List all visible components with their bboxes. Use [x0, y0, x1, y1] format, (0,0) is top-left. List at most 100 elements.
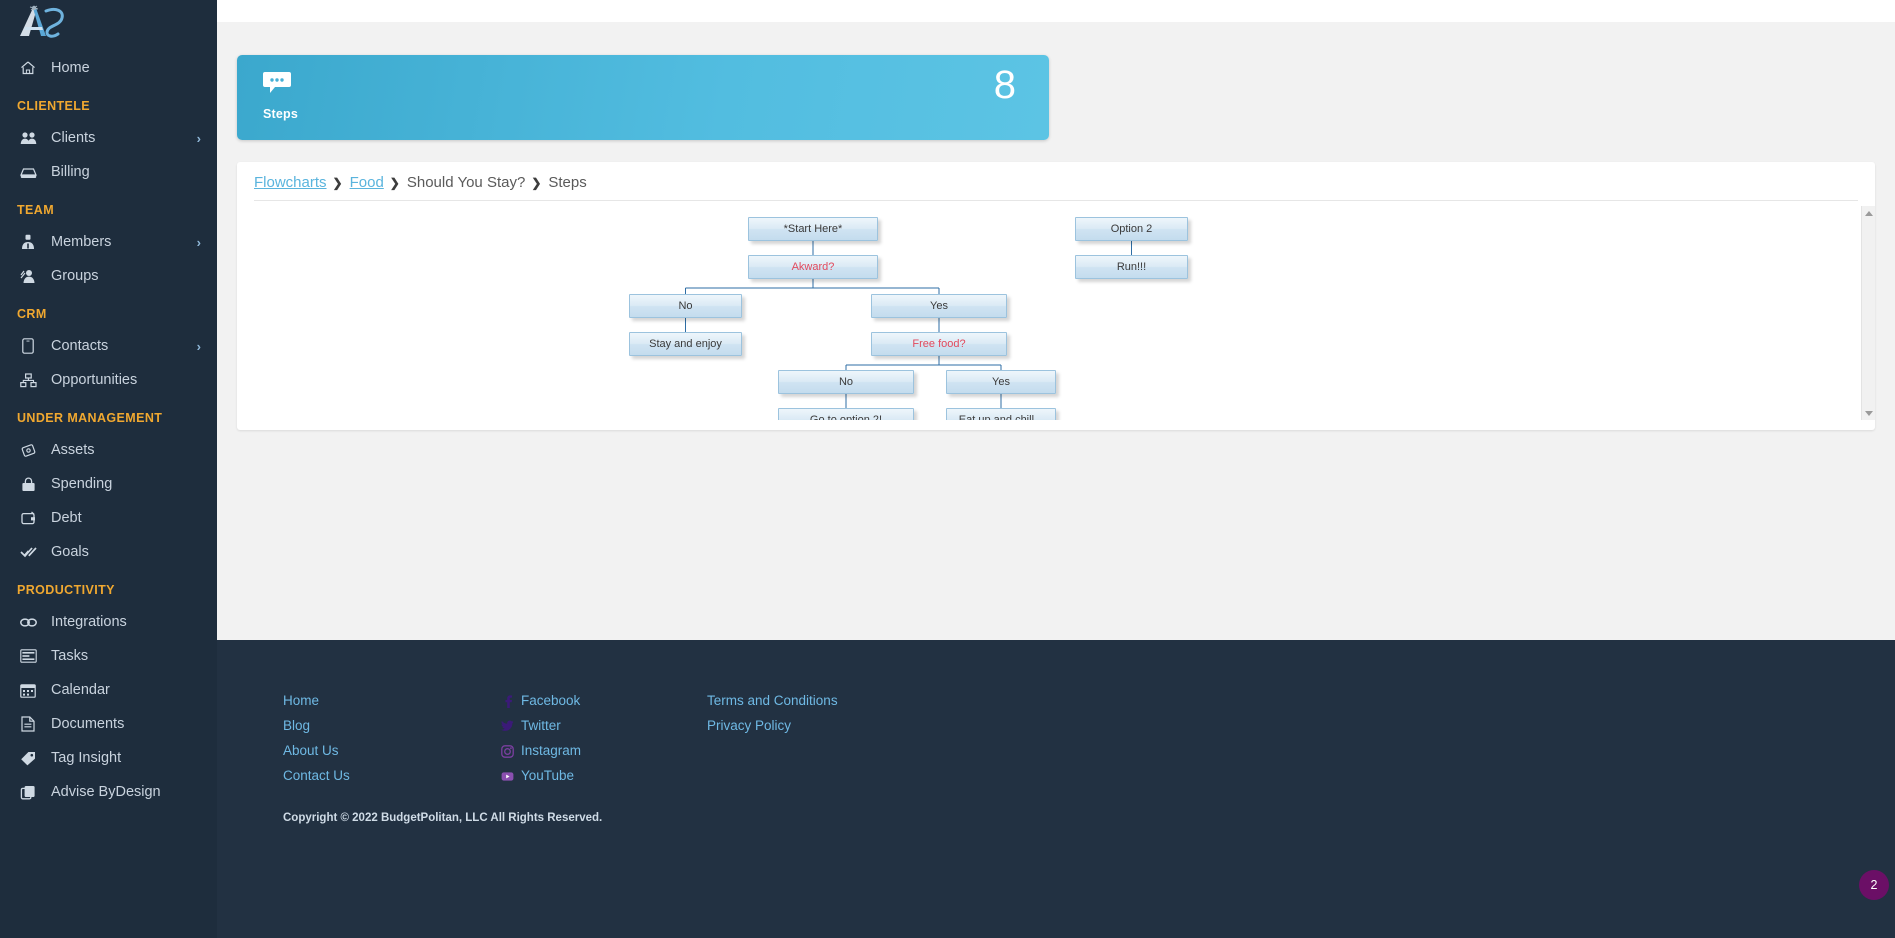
- sidebar-item-debt[interactable]: Debt: [0, 501, 217, 535]
- footer-link-label: Instagram: [521, 743, 582, 758]
- footer-column-legal-links: Terms and Conditions Privacy Policy: [707, 693, 838, 743]
- sidebar-item-clients[interactable]: Clients ›: [0, 121, 217, 155]
- sidebar-item-label: Tag Insight: [51, 750, 122, 766]
- sidebar-item-label: Opportunities: [51, 372, 138, 388]
- steps-summary-card[interactable]: Steps 8: [237, 55, 1049, 140]
- app-logo[interactable]: [0, 0, 217, 44]
- footer-link-about-us[interactable]: About Us: [283, 743, 350, 759]
- sidebar-item-tasks[interactable]: Tasks: [0, 639, 217, 673]
- sidebar-section-crm: CRM: [17, 307, 47, 321]
- copyright-text: Copyright © 2022 BudgetPolitan, LLC All …: [283, 812, 603, 824]
- sidebar-item-label: Documents: [51, 716, 125, 732]
- footer-link-label: About Us: [283, 743, 339, 758]
- footer-link-label: Home: [283, 693, 320, 708]
- tasks-icon: [17, 646, 39, 666]
- sidebar-item-assets[interactable]: Assets: [0, 433, 217, 467]
- clients-icon: [17, 128, 39, 148]
- flowchart-node-run[interactable]: Run!!!: [1075, 255, 1188, 279]
- chevron-right-icon[interactable]: ›: [197, 339, 207, 354]
- goals-icon: [17, 542, 39, 562]
- breadcrumb-item-flowcharts[interactable]: Flowcharts: [254, 174, 327, 191]
- flowchart-node-yes1[interactable]: Yes: [871, 294, 1007, 318]
- billing-icon: [17, 162, 39, 182]
- page-footer: Home Blog About Us Contact Us Facebook Twitte…: [0, 640, 1895, 938]
- chevron-right-icon[interactable]: ›: [197, 131, 207, 146]
- sidebar-item-tag-insight[interactable]: Tag Insight: [0, 741, 217, 775]
- calendar-icon: [17, 680, 39, 700]
- sidebar-item-label: Tasks: [51, 648, 89, 664]
- sidebar-item-groups[interactable]: Groups: [0, 259, 217, 293]
- notification-badge[interactable]: 2: [1859, 870, 1889, 900]
- groups-icon: [17, 266, 39, 286]
- advise-icon: [17, 782, 39, 802]
- chevron-right-icon[interactable]: ›: [197, 235, 207, 250]
- sidebar-item-label: Assets: [51, 442, 95, 458]
- sidebar-item-home[interactable]: Home: [0, 51, 217, 85]
- footer-link-youtube[interactable]: YouTube: [501, 768, 581, 784]
- footer-column-social-links: Facebook Twitter Instagram YouTube: [501, 693, 581, 793]
- footer-column-site-links: Home Blog About Us Contact Us: [283, 693, 350, 793]
- flowchart-node-yes2[interactable]: Yes: [946, 370, 1056, 394]
- footer-link-twitter[interactable]: Twitter: [501, 718, 581, 734]
- sidebar-item-label: Groups: [51, 268, 99, 284]
- footer-link-blog[interactable]: Blog: [283, 718, 350, 734]
- sidebar-item-label: Home: [51, 60, 90, 76]
- top-bar: [217, 0, 1895, 22]
- sidebar: Home CLIENTELE Clients › Billing TEAM Members ›…: [0, 0, 217, 938]
- sidebar-item-label: Calendar: [51, 682, 110, 698]
- breadcrumb-item-should-you-stay: Should You Stay?: [406, 174, 526, 191]
- sidebar-item-calendar[interactable]: Calendar: [0, 673, 217, 707]
- flowchart-node-start[interactable]: *Start Here*: [748, 217, 878, 241]
- sidebar-item-contacts[interactable]: Contacts ›: [0, 329, 217, 363]
- twitter-icon: [501, 720, 514, 733]
- flowchart-node-go2[interactable]: Go to option 2!: [778, 408, 914, 420]
- flowchart-node-opt2[interactable]: Option 2: [1075, 217, 1188, 241]
- breadcrumb-separator-icon: ❯: [389, 175, 400, 190]
- contacts-icon: [17, 336, 39, 356]
- breadcrumb-separator-icon: ❯: [531, 175, 542, 190]
- footer-link-instagram[interactable]: Instagram: [501, 743, 581, 759]
- sidebar-item-documents[interactable]: Documents: [0, 707, 217, 741]
- flowchart-node-no2[interactable]: No: [778, 370, 914, 394]
- sidebar-item-integrations[interactable]: Integrations: [0, 605, 217, 639]
- footer-link-label: Blog: [283, 718, 311, 733]
- scroll-up-arrow[interactable]: [1862, 206, 1876, 220]
- steps-card-label: Steps: [263, 107, 299, 121]
- footer-link-contact-us[interactable]: Contact Us: [283, 768, 350, 784]
- sidebar-item-spending[interactable]: Spending: [0, 467, 217, 501]
- sidebar-section-under-management: UNDER MANAGEMENT: [17, 411, 163, 425]
- sidebar-item-label: Integrations: [51, 614, 127, 630]
- sidebar-item-label: Billing: [51, 164, 90, 180]
- breadcrumb-item-food[interactable]: Food: [350, 174, 384, 191]
- breadcrumb-separator-icon: ❯: [332, 175, 343, 190]
- sidebar-item-label: Clients: [51, 130, 96, 146]
- sidebar-item-billing[interactable]: Billing: [0, 155, 217, 189]
- flowchart-node-akward[interactable]: Akward?: [748, 255, 878, 279]
- footer-link-privacy-policy[interactable]: Privacy Policy: [707, 718, 838, 734]
- opportunities-icon: [17, 370, 39, 390]
- assets-icon: [17, 440, 39, 460]
- sidebar-item-members[interactable]: Members ›: [0, 225, 217, 259]
- flowchart-panel: Flowcharts ❯ Food ❯ Should You Stay? ❯ Steps …: [237, 162, 1875, 430]
- flowchart-node-eat[interactable]: Eat up and chill...: [946, 408, 1056, 420]
- flowchart-node-no1[interactable]: No: [629, 294, 742, 318]
- flowchart-node-stay[interactable]: Stay and enjoy: [629, 332, 742, 356]
- sidebar-item-goals[interactable]: Goals: [0, 535, 217, 569]
- scroll-down-arrow[interactable]: [1862, 406, 1876, 420]
- flowchart-viewport: *Start Here* Akward? No Yes Stay and enjoy Fr…: [254, 206, 1858, 420]
- sidebar-item-label: Contacts: [51, 338, 109, 354]
- sidebar-item-advise-bydesign[interactable]: Advise ByDesign: [0, 775, 217, 809]
- debt-icon: [17, 508, 39, 528]
- flowchart-scrollbar[interactable]: [1861, 206, 1875, 420]
- footer-link-home[interactable]: Home: [283, 693, 350, 709]
- footer-link-terms-and-conditions[interactable]: Terms and Conditions: [707, 693, 838, 709]
- footer-link-facebook[interactable]: Facebook: [501, 693, 581, 709]
- flowchart-node-free[interactable]: Free food?: [871, 332, 1007, 356]
- facebook-icon: [501, 694, 514, 708]
- tag-icon: [17, 748, 39, 768]
- footer-link-label: Terms and Conditions: [707, 693, 838, 708]
- footer-link-label: Facebook: [521, 693, 581, 708]
- sidebar-item-label: Spending: [51, 476, 113, 492]
- sidebar-item-opportunities[interactable]: Opportunities: [0, 363, 217, 397]
- instagram-icon: [501, 744, 514, 758]
